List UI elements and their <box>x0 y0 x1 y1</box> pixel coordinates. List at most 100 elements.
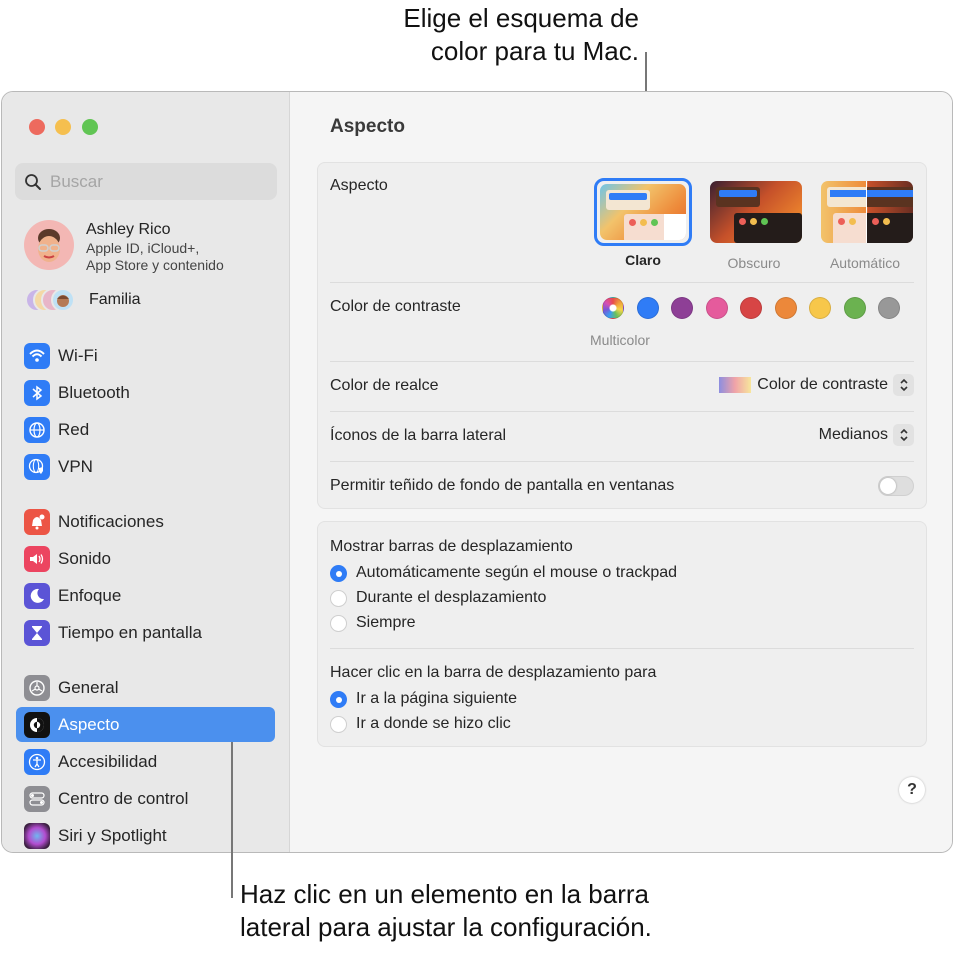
sidebar-item-notificaciones[interactable]: Notificaciones <box>16 504 275 539</box>
divider <box>330 361 914 362</box>
accent-color-selected-label: Multicolor <box>590 332 650 348</box>
bluetooth-icon <box>24 379 50 406</box>
sidebar-item-label: Red <box>58 419 90 439</box>
sidebar-item-label: Wi-Fi <box>58 345 98 365</box>
accent-swatch-azul[interactable] <box>636 297 659 319</box>
help-button[interactable]: ? <box>899 777 925 803</box>
radio-scrollbars-auto[interactable]: Automáticamente según el mouse o trackpa… <box>330 564 677 582</box>
minimize-button[interactable] <box>55 119 71 135</box>
accent-swatch-multicolor[interactable] <box>602 297 624 319</box>
accessibility-icon <box>24 748 50 775</box>
radio-button[interactable] <box>330 690 347 708</box>
page-title: Aspecto <box>330 116 405 137</box>
divider <box>330 461 914 462</box>
wallpaper-tint-toggle[interactable] <box>878 476 914 496</box>
radio-button[interactable] <box>330 614 347 632</box>
wifi-icon <box>24 342 50 369</box>
sidebar-item-centro-de-control[interactable]: Centro de control <box>16 781 275 816</box>
scrollbars-label: Mostrar barras de desplazamiento <box>330 538 573 555</box>
appearance-icon <box>24 711 50 738</box>
sidebar-item-label: Aspecto <box>58 714 120 734</box>
appearance-panel: Aspecto Claro Obscuro Automático Color d… <box>317 162 927 509</box>
sidebar-item-wifi[interactable]: Wi-Fi <box>16 338 275 373</box>
gear-icon <box>24 674 50 701</box>
sidebar-item-label: Centro de control <box>58 788 189 808</box>
callout-line: color para tu Mac. <box>430 36 639 66</box>
radio-button[interactable] <box>330 715 347 733</box>
settings-window: Ashley Rico Apple ID, iCloud+, App Store… <box>1 91 953 853</box>
family-item[interactable]: Familia <box>25 288 141 312</box>
sidebar-item-label: Notificaciones <box>58 511 164 531</box>
vpn-globe-icon <box>24 453 50 480</box>
sidebar-item-label: Enfoque <box>58 585 122 605</box>
divider <box>330 282 914 283</box>
radio-button[interactable] <box>330 589 347 607</box>
appearance-option-dark[interactable]: Obscuro <box>704 178 804 271</box>
family-avatars <box>25 288 77 312</box>
callout-sidebar: Haz clic en un elemento en la barra late… <box>240 878 652 944</box>
radio-label: Durante el desplazamiento <box>356 589 547 606</box>
sidebar-item-label: Sonido <box>58 548 111 568</box>
sidebar-item-label: Bluetooth <box>58 382 130 402</box>
sidebar-item-siri-spotlight[interactable]: Siri y Spotlight <box>16 818 275 852</box>
sidebar: Ashley Rico Apple ID, iCloud+, App Store… <box>2 92 290 852</box>
accent-swatch-rosa[interactable] <box>705 297 728 319</box>
wallpaper-tint-label: Permitir teñido de fondo de pantalla en … <box>330 477 675 494</box>
speaker-icon <box>24 545 50 572</box>
up-down-chevron-icon <box>893 374 914 396</box>
callout-leader-bottom <box>231 742 233 898</box>
zoom-button[interactable] <box>82 119 98 135</box>
callout-line: Elige el esquema de <box>403 3 639 33</box>
search-field[interactable] <box>15 163 277 200</box>
sidebar-item-accesibilidad[interactable]: Accesibilidad <box>16 744 275 779</box>
globe-icon <box>24 416 50 443</box>
sidebar-item-vpn[interactable]: VPN <box>16 449 275 484</box>
apple-id-account[interactable]: Ashley Rico Apple ID, iCloud+, App Store… <box>24 220 224 274</box>
appearance-option-label: Automático <box>829 255 901 271</box>
appearance-option-light[interactable]: Claro <box>593 178 693 268</box>
sidebar-item-red[interactable]: Red <box>16 412 275 447</box>
sidebar-item-enfoque[interactable]: Enfoque <box>16 578 275 613</box>
radio-label: Automáticamente según el mouse o trackpa… <box>356 564 678 581</box>
control-center-icon <box>24 785 50 812</box>
up-down-chevron-icon <box>893 424 914 446</box>
accent-swatch-rojo[interactable] <box>740 297 762 319</box>
account-subtitle: App Store y contenido <box>86 257 224 273</box>
avatar <box>24 220 74 270</box>
radio-scrollbars-scrolling[interactable]: Durante el desplazamiento <box>330 589 546 607</box>
sidebar-item-general[interactable]: General <box>16 670 275 705</box>
highlight-color-label: Color de realce <box>330 377 439 394</box>
radio-label: Ir a donde se hizo clic <box>356 715 511 732</box>
light-thumbnail <box>600 184 686 240</box>
appearance-option-auto[interactable]: Automático <box>815 178 915 271</box>
radio-scrollbars-always[interactable]: Siempre <box>330 614 416 632</box>
radio-click-next-page[interactable]: Ir a la página siguiente <box>330 690 517 708</box>
sidebar-icons-label: Íconos de la barra lateral <box>330 427 507 444</box>
search-input[interactable] <box>50 171 250 192</box>
accent-swatch-grafito[interactable] <box>878 297 900 319</box>
accent-swatch-amarillo[interactable] <box>809 297 831 319</box>
wallpaper-tint-row: Permitir teñido de fondo de pantalla en … <box>330 476 914 496</box>
search-icon <box>25 173 41 190</box>
sidebar-item-tiempo-en-pantalla[interactable]: Tiempo en pantalla <box>16 615 275 650</box>
accent-swatch-verde[interactable] <box>843 297 866 319</box>
sidebar-item-label: VPN <box>58 456 93 476</box>
sidebar-item-label: General <box>58 677 119 697</box>
account-name: Ashley Rico <box>86 221 171 238</box>
dark-thumbnail <box>710 181 802 243</box>
highlight-color-popup[interactable]: Color de contraste <box>719 374 914 396</box>
sidebar-item-sonido[interactable]: Sonido <box>16 541 275 576</box>
account-subtitle: Apple ID, iCloud+, <box>86 240 200 256</box>
radio-click-spot[interactable]: Ir a donde se hizo clic <box>330 715 511 733</box>
accent-swatch-naranja[interactable] <box>774 297 797 319</box>
sidebar-item-label: Accesibilidad <box>58 751 158 771</box>
bell-icon <box>24 508 50 535</box>
close-button[interactable] <box>29 119 45 135</box>
radio-button[interactable] <box>330 564 347 582</box>
sidebar-icons-popup[interactable]: Medianos <box>819 424 914 446</box>
highlight-color-chip <box>719 377 752 393</box>
sidebar-item-aspecto[interactable]: Aspecto <box>16 707 275 742</box>
appearance-option-label: Obscuro <box>727 255 781 271</box>
sidebar-item-bluetooth[interactable]: Bluetooth <box>16 375 275 410</box>
accent-swatch-morado[interactable] <box>671 297 693 319</box>
